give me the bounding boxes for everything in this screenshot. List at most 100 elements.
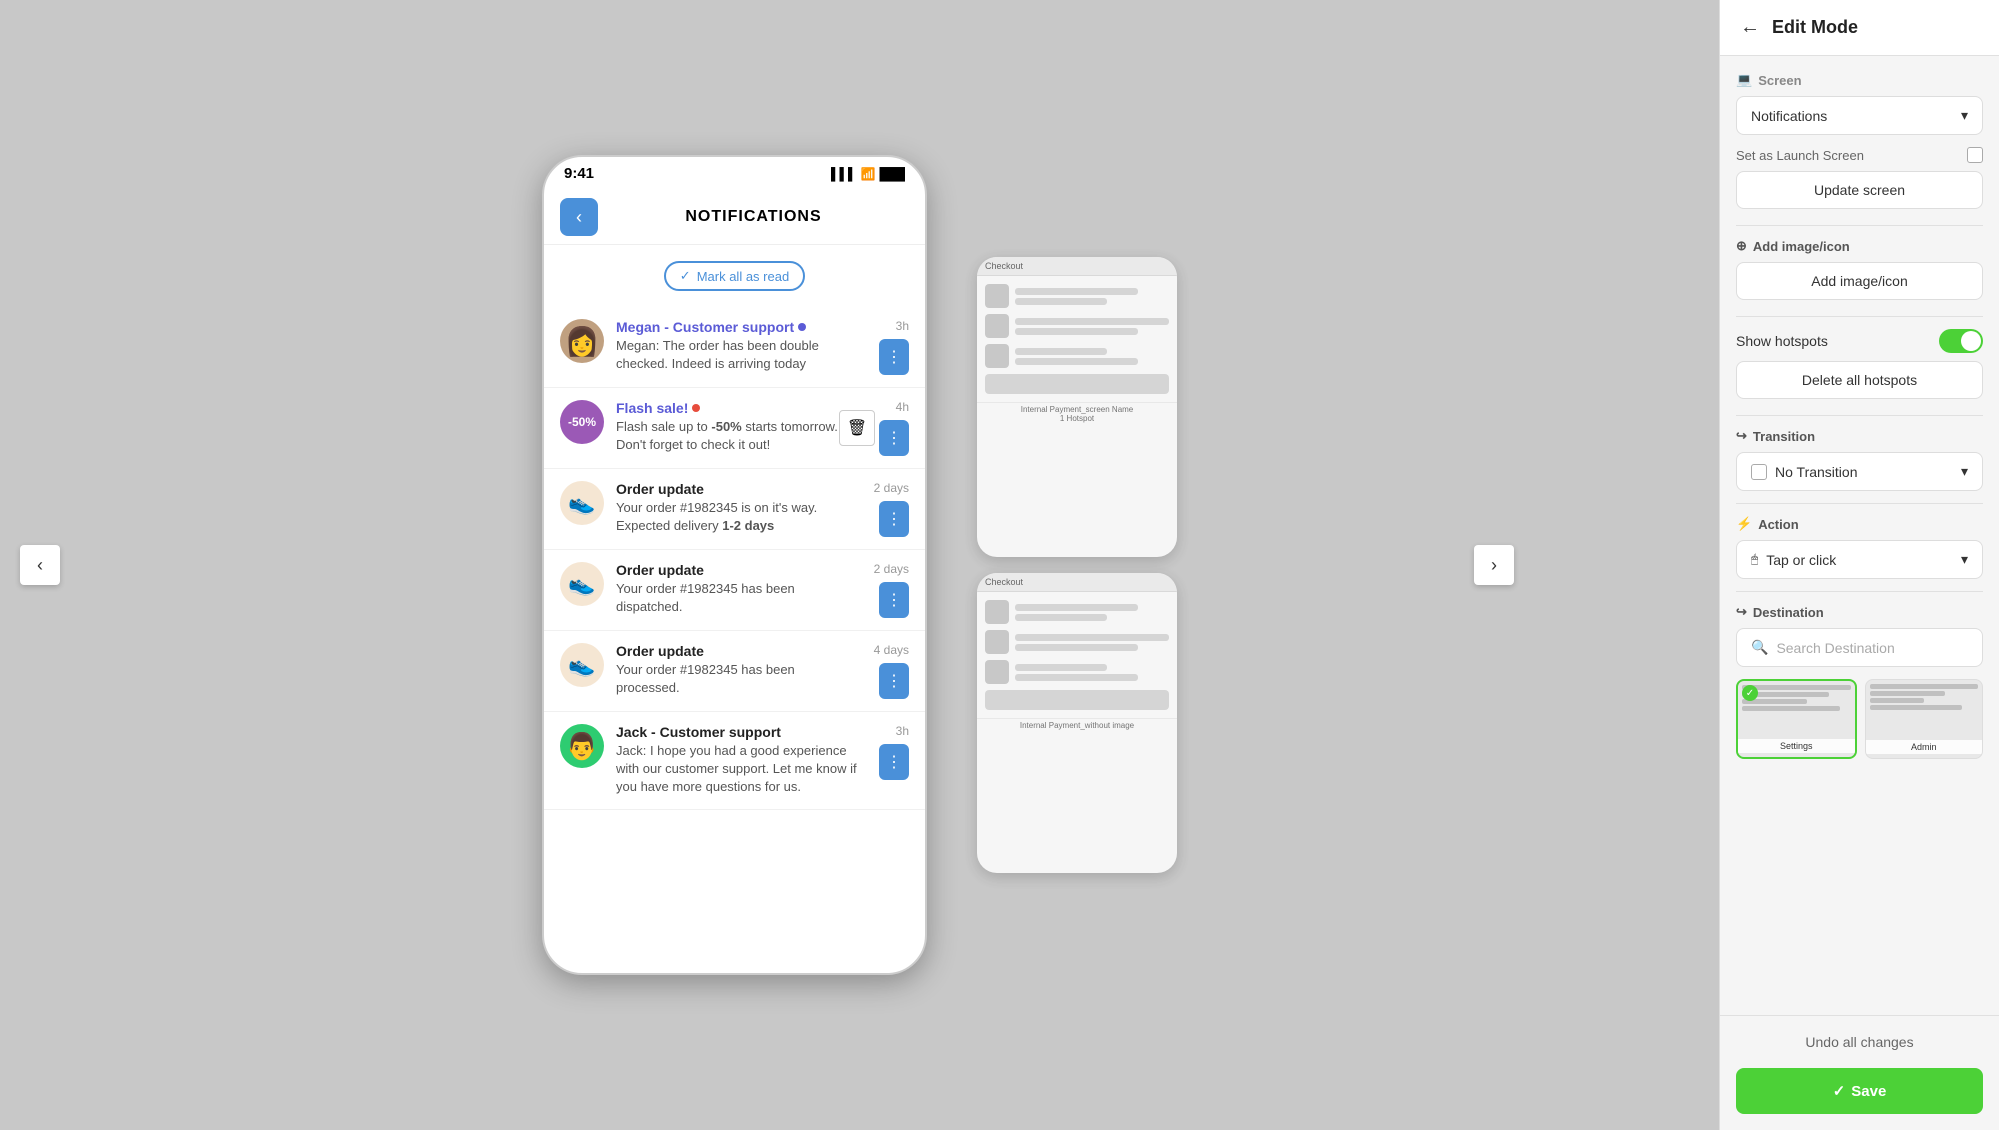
right-panel-body: 💻 Screen Notifications ▾ Set as Launch S… [1720, 56, 1999, 1015]
notif-text-megan: Megan: The order has been double checked… [616, 337, 867, 373]
destination-section-label: ↪ Destination [1736, 604, 1983, 620]
action-label-text: Action [1758, 517, 1798, 532]
notif-text-jack: Jack: I hope you had a good experience w… [616, 742, 867, 797]
shoe-icon: 👟 [568, 490, 595, 516]
status-icons: ▌▌▌ 📶 ███ [831, 167, 905, 181]
save-button[interactable]: ✓ Save [1736, 1068, 1983, 1114]
delete-overlay-button[interactable]: 🗑 [839, 410, 875, 446]
notification-item-flash-sale: -50% Flash sale! Flash sale up to -50% s… [544, 388, 925, 469]
flash-sale-label: Flash sale! [616, 400, 688, 416]
notif-content-megan: Megan - Customer support Megan: The orde… [616, 319, 867, 373]
screen-dropdown[interactable]: Notifications ▾ [1736, 96, 1983, 135]
notif-menu-button-flash-sale[interactable]: ⋮ [879, 420, 909, 456]
mark-all-read-label: Mark all as read [697, 269, 789, 284]
update-screen-button[interactable]: Update screen [1736, 171, 1983, 209]
order1-avatar: 👟 [560, 481, 604, 525]
megan-avatar: 👩 [560, 319, 604, 363]
phone-back-button[interactable]: ‹ [560, 198, 598, 236]
secondary-phone-2[interactable]: Checkout [977, 573, 1177, 873]
flash-sale-unread-dot [692, 404, 700, 412]
screen-label-text: Screen [1758, 73, 1801, 88]
notif-menu-button-jack[interactable]: ⋮ [879, 744, 909, 780]
notification-item-order2: 👟 Order update Your order #1982345 has b… [544, 550, 925, 631]
action-dropdown-value: Tap or click [1766, 552, 1836, 568]
notif-time-megan: 3h [896, 319, 909, 333]
dest-thumb-admin-content [1866, 680, 1983, 714]
transition-label-text: Transition [1753, 429, 1815, 444]
screen-dropdown-value: Notifications [1751, 108, 1827, 124]
notif-sender-jack: Jack - Customer support [616, 724, 867, 740]
transition-dropdown-value: No Transition [1775, 464, 1857, 480]
secondary-phone-1[interactable]: Checkout [977, 257, 1177, 557]
notif-menu-button-order1[interactable]: ⋮ [879, 501, 909, 537]
shoe-icon-3: 👟 [568, 652, 595, 678]
notif-sender-order2: Order update [616, 562, 862, 578]
status-time: 9:41 [564, 165, 594, 182]
chevron-down-icon: ▾ [1961, 107, 1968, 124]
battery-icon: ███ [879, 167, 905, 181]
secondary-phone-1-hotspot-label: Internal Payment_screen Name1 Hotspot [977, 402, 1177, 425]
divider-4 [1736, 503, 1983, 504]
secondary-phone-2-content [977, 592, 1177, 718]
notif-content-order1: Order update Your order #1982345 is on i… [616, 481, 862, 535]
notif-sender-megan: Megan - Customer support [616, 319, 867, 335]
screen-section-label: 💻 Screen [1736, 72, 1983, 88]
search-destination-placeholder: Search Destination [1776, 640, 1894, 656]
jack-avatar: 👨 [560, 724, 604, 768]
notif-menu-button-megan[interactable]: ⋮ [879, 339, 909, 375]
shoe-icon-2: 👟 [568, 571, 595, 597]
destination-label-text: Destination [1753, 605, 1824, 620]
transition-dropdown[interactable]: No Transition ▾ [1736, 452, 1983, 491]
notif-time-order1: 2 days [874, 481, 909, 495]
dest-thumb-admin[interactable]: Admin [1865, 679, 1984, 759]
notif-text-order3: Your order #1982345 has been processed. [616, 661, 862, 697]
phone-status-bar: 9:41 ▌▌▌ 📶 ███ [544, 157, 925, 190]
right-panel-header: ← Edit Mode [1720, 0, 1999, 56]
dest-thumb-settings[interactable]: ✓ Settings [1736, 679, 1857, 759]
notif-menu-button-order3[interactable]: ⋮ [879, 663, 909, 699]
action-dropdown[interactable]: 🖱 Tap or click ▾ [1736, 540, 1983, 579]
action-section-label: ⚡ Action [1736, 516, 1983, 532]
megan-sender-label: Megan - Customer support [616, 319, 794, 335]
action-chevron-icon: ▾ [1961, 551, 1968, 568]
notification-item-megan: 👩 Megan - Customer support Megan: The or… [544, 307, 925, 388]
show-hotspots-toggle[interactable] [1939, 329, 1983, 353]
search-destination-input[interactable]: 🔍 Search Destination [1736, 628, 1983, 667]
add-image-button[interactable]: Add image/icon [1736, 262, 1983, 300]
secondary-phone-1-label: Checkout [977, 257, 1177, 276]
notif-time-order2: 2 days [874, 562, 909, 576]
notif-time-jack: 3h [896, 724, 909, 738]
notif-menu-button-order2[interactable]: ⋮ [879, 582, 909, 618]
notification-item-jack: 👨 Jack - Customer support Jack: I hope y… [544, 712, 925, 810]
right-panel-back-button[interactable]: ← [1740, 16, 1760, 39]
undo-button[interactable]: Undo all changes [1736, 1024, 1983, 1060]
order2-avatar: 👟 [560, 562, 604, 606]
dest-thumb-admin-label: Admin [1866, 740, 1983, 754]
plus-circle-icon: ⊕ [1736, 238, 1747, 254]
delete-hotspots-button[interactable]: Delete all hotspots [1736, 361, 1983, 399]
checkmark-icon: ✓ [680, 268, 691, 284]
mark-all-read-button[interactable]: ✓ Mark all as read [664, 261, 805, 291]
transition-section-label: ↪ Transition [1736, 428, 1983, 444]
notif-text-flash-sale: Flash sale up to -50% starts tomorrow. D… [616, 418, 867, 454]
notification-item-order3: 👟 Order update Your order #1982345 has b… [544, 631, 925, 712]
dest-thumb-settings-label: Settings [1738, 739, 1855, 753]
save-label: Save [1851, 1083, 1886, 1100]
secondary-phone-1-content [977, 276, 1177, 402]
prev-screen-arrow[interactable]: ‹ [20, 545, 60, 585]
search-icon: 🔍 [1751, 639, 1768, 656]
launch-screen-checkbox[interactable] [1967, 147, 1983, 163]
phone-mockup-primary: 9:41 ▌▌▌ 📶 ███ ‹ NOTIFICATIONS ✓ Mark al… [542, 155, 927, 975]
phone-screen-title: NOTIFICATIONS [598, 208, 909, 226]
phone-header: ‹ NOTIFICATIONS [544, 190, 925, 245]
order3-avatar: 👟 [560, 643, 604, 687]
notification-item-order1: 👟 Order update Your order #1982345 is on… [544, 469, 925, 550]
notif-time-order3: 4 days [874, 643, 909, 657]
secondary-phone-2-label: Checkout [977, 573, 1177, 592]
show-hotspots-row: Show hotspots [1736, 329, 1983, 353]
notif-sender-order1: Order update [616, 481, 862, 497]
transition-icon: ↪ [1736, 428, 1747, 444]
destination-icon: ↪ [1736, 604, 1747, 620]
divider-5 [1736, 591, 1983, 592]
next-screen-arrow[interactable]: › [1474, 545, 1514, 585]
